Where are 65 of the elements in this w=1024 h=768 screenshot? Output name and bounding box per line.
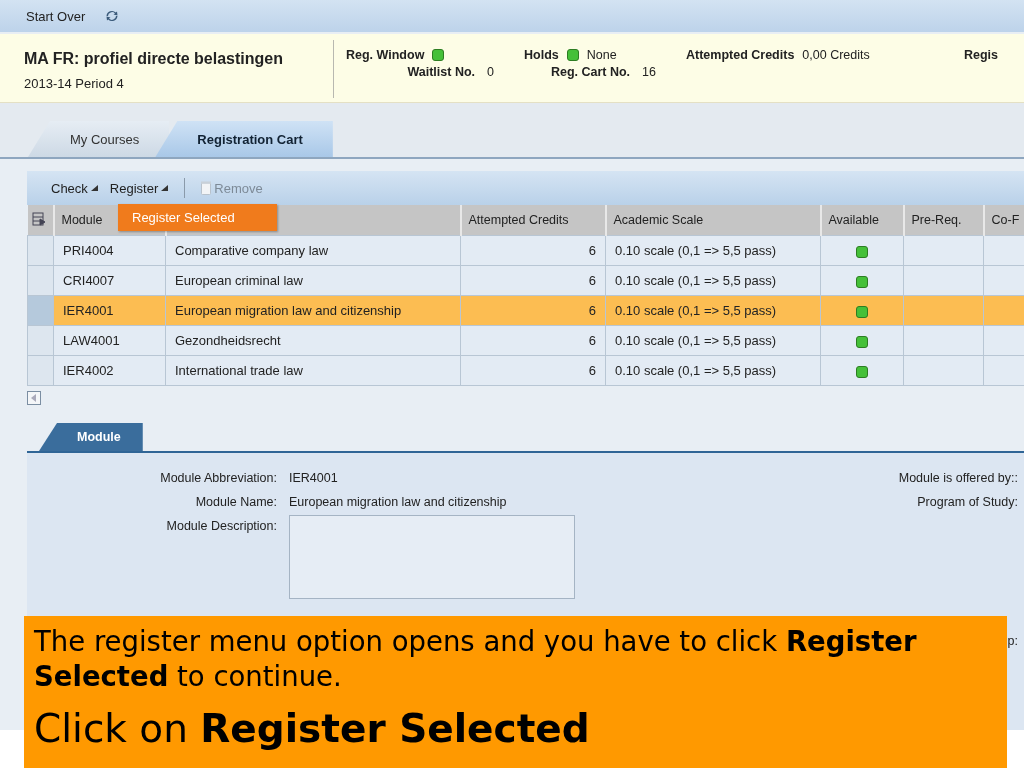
row-selector[interactable] (27, 355, 54, 386)
field-label: Module Abbreviation: (159, 471, 277, 485)
tab[interactable]: Module (39, 423, 143, 451)
table-cell: Gezondheidsrecht (165, 325, 461, 356)
stat-label: Waitlist No. (407, 65, 476, 79)
table-cell: 6 (460, 295, 606, 326)
row-selector[interactable] (27, 235, 54, 266)
left-arrow-icon (31, 394, 37, 402)
row-selector[interactable] (27, 265, 54, 296)
table-cell: European criminal law (165, 265, 461, 296)
stat-label: Holds (524, 48, 559, 62)
field-value: European migration law and citizenship (289, 495, 508, 509)
status-indicator-icon (432, 49, 445, 61)
table-cell: 0.10 scale (0,1 => 5,5 pass) (605, 235, 821, 266)
table-cell: European migration law and citizenship (165, 295, 461, 326)
table-cell: CRI4007 (53, 265, 166, 296)
row-selector[interactable] (27, 295, 54, 326)
table-cell: Comparative company law (165, 235, 461, 266)
table-cell: 0.10 scale (0,1 => 5,5 pass) (605, 265, 821, 296)
stat-value: None (586, 48, 617, 62)
stat-value: 0,00 Credits (802, 48, 870, 62)
table-cell: IER4002 (53, 355, 166, 386)
tab[interactable]: Registration Cart (155, 121, 333, 157)
scroll-left-button[interactable] (27, 391, 41, 405)
tab[interactable]: My Courses (28, 121, 170, 157)
field-label: Program of Study: (917, 495, 1018, 509)
row-selector[interactable] (27, 325, 54, 356)
table-cell: 0.10 scale (0,1 => 5,5 pass) (605, 355, 821, 386)
field-value: IER4001 (289, 471, 339, 485)
program-title: MA FR: profiel directe belastingen (24, 50, 283, 67)
stat-label: Regis (964, 48, 999, 62)
status-indicator-icon (566, 49, 579, 61)
column-header[interactable]: Academic Scale (613, 213, 704, 227)
start-over-button[interactable]: Start Over (24, 6, 88, 26)
refresh-icon[interactable] (105, 9, 120, 23)
menu-button[interactable]: Check (47, 178, 102, 198)
instruction-headline: Click on Register Selected (34, 706, 591, 752)
stat-value: 0 (487, 65, 494, 79)
description-field[interactable] (289, 515, 575, 599)
period-label: 2013-14 Period 4 (24, 76, 125, 91)
table-cell: 0.10 scale (0,1 => 5,5 pass) (605, 295, 821, 326)
table-cell: 6 (460, 355, 606, 386)
table-cell: 6 (460, 325, 606, 356)
table-cell: IER4001 (53, 295, 166, 326)
field-label: p: (1007, 634, 1018, 648)
stat-label: Attempted Credits (686, 48, 795, 62)
column-header[interactable]: Module (61, 213, 103, 227)
stat-value: 16 (642, 65, 656, 79)
table-cell: International trade law (165, 355, 461, 386)
caret-icon (161, 185, 169, 191)
trash-icon (201, 181, 212, 195)
instruction-text: The register menu option opens and you have to click Register Selected to continue. (34, 624, 918, 694)
field-label: Module Description: (165, 519, 277, 533)
field-label: Module is offered by:: (898, 471, 1018, 485)
stat-label: Reg. Cart No. (550, 65, 631, 79)
table-settings-icon[interactable] (31, 211, 46, 226)
stat-label: Reg. Window (346, 48, 425, 62)
table-cell: LAW4001 (53, 325, 166, 356)
table-cell: 6 (460, 265, 606, 296)
table-cell: 6 (460, 235, 606, 266)
field-label: Module Name: (194, 495, 277, 509)
menu-button[interactable]: Register (105, 178, 173, 198)
table-cell: 0.10 scale (0,1 => 5,5 pass) (605, 325, 821, 356)
table-cell: PRI4004 (53, 235, 166, 266)
caret-icon (90, 185, 98, 191)
